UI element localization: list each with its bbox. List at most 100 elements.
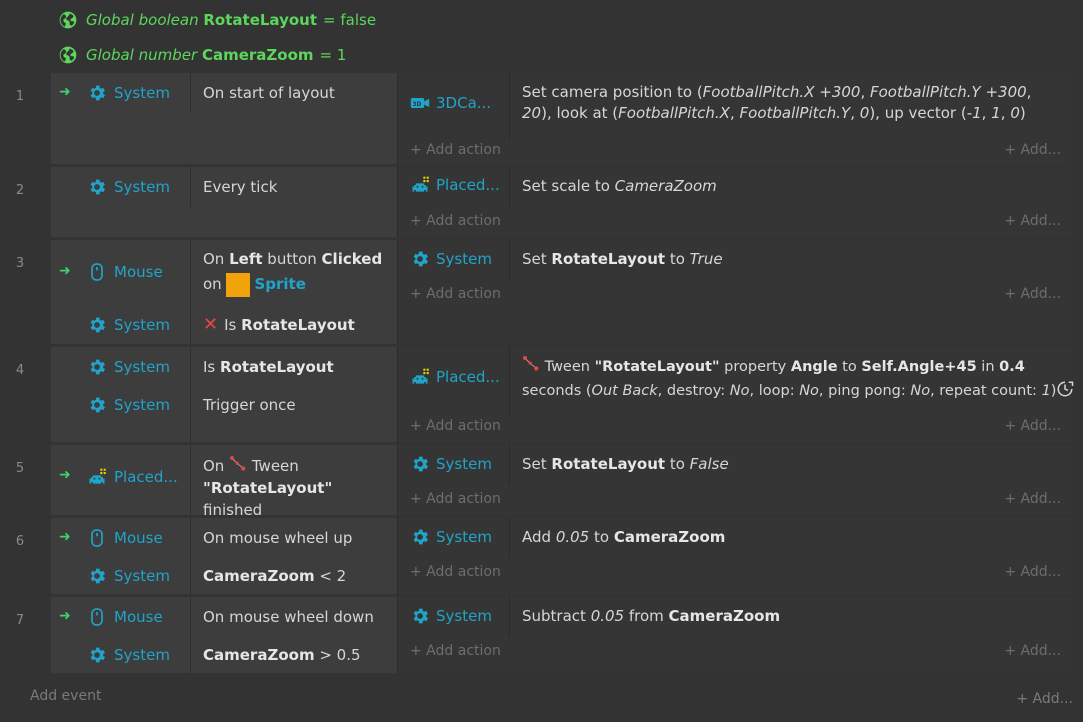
add-more-link[interactable]: + Add... <box>1004 491 1061 507</box>
add-more-link[interactable]: + Add... <box>1004 142 1061 158</box>
action-block[interactable]: Placed... Set scale to CameraZoom + Add … <box>398 167 1071 237</box>
global-variable-rotatelayout[interactable]: Global boolean RotateLayout = false <box>58 10 376 30</box>
condition-row[interactable]: System CameraZoom > 0.5 <box>51 637 397 673</box>
action-object[interactable]: 3DCa... <box>410 93 491 113</box>
condition-text[interactable]: On Left button Clicked on Sprite <box>203 247 393 297</box>
condition-text[interactable]: On start of layout <box>203 81 393 106</box>
add-more-link[interactable]: + Add... <box>1004 418 1061 434</box>
event-number: 5 <box>15 461 25 476</box>
action-text[interactable]: Set scale to CameraZoom <box>522 176 1061 197</box>
condition-text[interactable]: On Tween "RotateLayout" finished <box>203 455 393 521</box>
condition-row[interactable]: ➜ Mouse On Left button Clicked on Sprite <box>51 240 397 304</box>
event-block[interactable]: ➜ Mouse On Left button Clicked on Sprite… <box>51 240 1071 344</box>
condition-row[interactable]: ➜ Mouse On mouse wheel up <box>51 518 397 556</box>
action-object[interactable]: System <box>410 249 492 269</box>
condition-text[interactable]: CameraZoom < 2 <box>203 564 393 589</box>
condition-block[interactable]: System Is RotateLayout System Trigger on… <box>51 347 397 442</box>
condition-block[interactable]: System Every tick <box>51 167 397 237</box>
condition-block[interactable]: ➜ Mouse On mouse wheel up System CameraZ… <box>51 518 397 594</box>
condition-object[interactable]: System <box>87 645 170 665</box>
action-object[interactable]: System <box>410 527 492 547</box>
condition-text[interactable]: Is RotateLayout <box>203 355 393 380</box>
add-action-link[interactable]: + Add action <box>410 491 501 507</box>
action-text[interactable]: Tween "RotateLayout" property Angle to S… <box>522 355 1067 403</box>
divider <box>190 73 191 113</box>
action-text[interactable]: Set RotateLayout to False <box>522 454 1061 475</box>
action-block[interactable]: Placed... Tween "RotateLayout" property … <box>398 347 1071 442</box>
condition-text[interactable]: ✕ Is RotateLayout <box>203 312 393 338</box>
add-more-link[interactable]: + Add... <box>1016 691 1073 707</box>
add-event-link[interactable]: Add event <box>30 688 101 704</box>
add-action-link[interactable]: + Add action <box>410 643 501 659</box>
condition-object[interactable]: Mouse <box>87 528 163 548</box>
add-action-link[interactable]: + Add action <box>410 213 501 229</box>
action-text[interactable]: Set RotateLayout to True <box>522 249 1061 270</box>
object-name: Placed... <box>436 176 500 194</box>
condition-row[interactable]: System Every tick <box>51 167 397 207</box>
condition-row[interactable]: ➜ System On start of layout <box>51 73 397 113</box>
action-block[interactable]: 3DCa... Set camera position to (Football… <box>398 73 1071 164</box>
action-object[interactable]: Placed... <box>410 175 500 195</box>
event-block[interactable]: ➜ Placed... On Tween "RotateLayout" fini… <box>51 445 1071 519</box>
condition-block[interactable]: ➜ Mouse On mouse wheel down System Camer… <box>51 597 397 673</box>
action-block[interactable]: System Subtract 0.05 from CameraZoom + A… <box>398 597 1071 673</box>
global-variable-name: RotateLayout <box>203 11 318 29</box>
condition-row[interactable]: System CameraZoom < 2 <box>51 558 397 594</box>
add-more-link[interactable]: + Add... <box>1004 213 1061 229</box>
condition-object[interactable]: System <box>87 83 170 103</box>
condition-object[interactable]: System <box>87 395 170 415</box>
event-block[interactable]: ➜ System On start of layout 3DCa... Set … <box>51 73 1071 164</box>
event-block[interactable]: ➜ Mouse On mouse wheel up System CameraZ… <box>51 518 1071 594</box>
action-block[interactable]: System Add 0.05 to CameraZoom + Add acti… <box>398 518 1071 594</box>
action-text[interactable]: Subtract 0.05 from CameraZoom <box>522 606 1061 627</box>
global-variable-scope: Global number <box>86 46 198 64</box>
object-name: System <box>436 455 492 473</box>
global-variable-camerazoom[interactable]: Global number CameraZoom = 1 <box>58 45 346 65</box>
action-object[interactable]: System <box>410 454 492 474</box>
condition-object[interactable]: System <box>87 357 170 377</box>
condition-object[interactable]: Mouse <box>87 607 163 627</box>
event-block[interactable]: ➜ Mouse On mouse wheel down System Camer… <box>51 597 1071 673</box>
condition-object[interactable]: System <box>87 177 170 197</box>
add-more-link[interactable]: + Add... <box>1004 643 1061 659</box>
condition-object[interactable]: System <box>87 315 170 335</box>
repeat-icon <box>1056 380 1074 398</box>
condition-text[interactable]: CameraZoom > 0.5 <box>203 643 393 668</box>
action-text[interactable]: Set camera position to (FootballPitch.X … <box>522 82 1061 124</box>
add-action-link[interactable]: + Add action <box>410 142 501 158</box>
object-name: System <box>114 396 170 414</box>
action-object[interactable]: Placed... <box>410 367 500 387</box>
divider <box>190 518 191 594</box>
event-block[interactable]: System Every tick Placed... Set scale to… <box>51 167 1071 237</box>
condition-block[interactable]: ➜ Placed... On Tween "RotateLayout" fini… <box>51 445 397 519</box>
action-block[interactable]: System Set RotateLayout to False + Add a… <box>398 445 1071 515</box>
event-block[interactable]: System Is RotateLayout System Trigger on… <box>51 347 1071 442</box>
condition-block[interactable]: ➜ Mouse On Left button Clicked on Sprite… <box>51 240 397 344</box>
add-action-link[interactable]: + Add action <box>410 564 501 580</box>
condition-row[interactable]: System ✕ Is RotateLayout <box>51 306 397 344</box>
condition-row[interactable]: System Is RotateLayout <box>51 347 397 385</box>
mouse-icon <box>87 262 107 282</box>
action-text[interactable]: Add 0.05 to CameraZoom <box>522 527 1061 548</box>
add-action-link[interactable]: + Add action <box>410 286 501 302</box>
condition-object[interactable]: Mouse <box>87 262 163 282</box>
tween-icon <box>522 355 540 373</box>
add-more-link[interactable]: + Add... <box>1004 564 1061 580</box>
condition-row[interactable]: System Trigger once <box>51 387 397 425</box>
add-action-link[interactable]: + Add action <box>410 418 501 434</box>
condition-text[interactable]: Trigger once <box>203 393 393 418</box>
condition-text[interactable]: On mouse wheel down <box>203 605 393 630</box>
trigger-arrow-icon: ➜ <box>59 84 71 100</box>
add-more-link[interactable]: + Add... <box>1004 286 1061 302</box>
condition-object[interactable]: System <box>87 566 170 586</box>
condition-text[interactable]: On mouse wheel up <box>203 526 393 551</box>
gear-icon <box>87 566 107 586</box>
action-block[interactable]: System Set RotateLayout to True + Add ac… <box>398 240 1071 344</box>
condition-block[interactable]: ➜ System On start of layout <box>51 73 397 164</box>
condition-object[interactable]: Placed... <box>87 467 178 487</box>
action-object[interactable]: System <box>410 606 492 626</box>
condition-row[interactable]: ➜ Mouse On mouse wheel down <box>51 597 397 635</box>
condition-row[interactable]: ➜ Placed... On Tween "RotateLayout" fini… <box>51 445 397 519</box>
gear-icon <box>410 606 430 626</box>
condition-text[interactable]: Every tick <box>203 175 393 200</box>
